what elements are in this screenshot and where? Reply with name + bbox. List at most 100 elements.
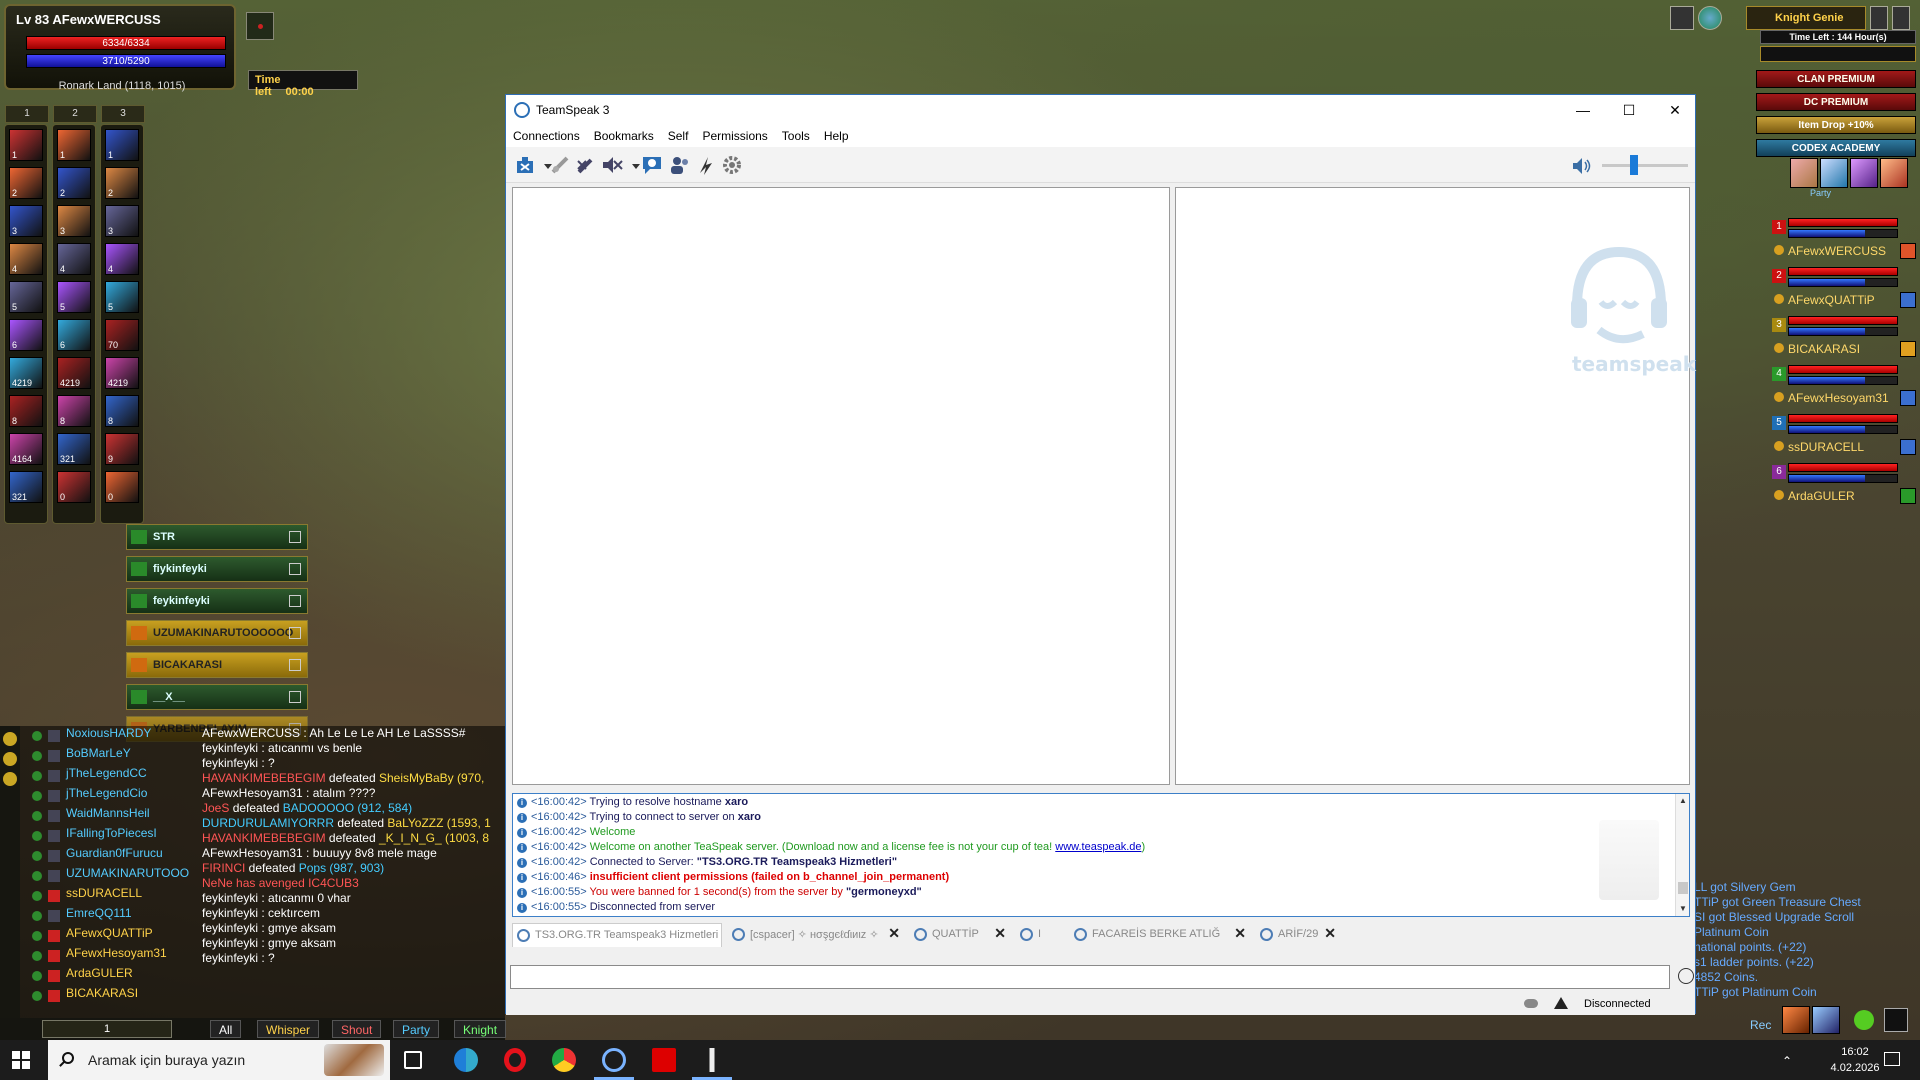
scroll-up-icon[interactable]: ▲ xyxy=(1679,796,1687,805)
skill-slot[interactable]: 1 xyxy=(105,129,139,161)
promo-banner[interactable]: DC PREMIUM xyxy=(1756,93,1916,111)
close-tab-icon[interactable]: ✕ xyxy=(1324,925,1336,942)
speakers-dropdown-icon[interactable] xyxy=(624,153,640,177)
party-member[interactable]: 6 ArdaGULER xyxy=(1768,459,1920,508)
menu-connections[interactable]: Connections xyxy=(506,125,587,143)
maximize-button[interactable]: ☐ xyxy=(1606,95,1652,125)
warning-icon[interactable] xyxy=(1554,997,1568,1009)
server-tab[interactable]: I xyxy=(1016,923,1064,947)
stop-icon[interactable] xyxy=(1884,1008,1908,1032)
online-player[interactable]: ArdaGULER xyxy=(24,966,194,986)
server-tab[interactable]: FACAREİS BERKE ATLIĞ ✕ xyxy=(1070,923,1246,947)
skill-slot[interactable]: 4164 xyxy=(9,433,43,465)
chat-input[interactable] xyxy=(510,965,1670,989)
online-player[interactable]: IFallingToPiecesI xyxy=(24,826,194,846)
promo-banner[interactable]: CODEX ACADEMY xyxy=(1756,139,1916,157)
skill-slot[interactable]: 4 xyxy=(57,243,91,275)
genie-stop-icon[interactable] xyxy=(1892,6,1910,30)
log-text[interactable]: www.teaspeak.de xyxy=(1055,841,1141,853)
acrobat-icon[interactable] xyxy=(652,1048,676,1072)
skill-icon[interactable] xyxy=(1812,1006,1840,1034)
skill-slot[interactable]: 6 xyxy=(57,319,91,351)
chat-tab-shout[interactable]: Shout xyxy=(332,1020,382,1038)
online-player[interactable]: UZUMAKINARUTOOO xyxy=(24,866,194,886)
skill-slot[interactable]: 8 xyxy=(57,395,91,427)
server-tab[interactable]: [cspacer] ✧ нσşgєℓɗιиιz ✧ ✕ xyxy=(728,923,900,947)
chat-tab-knight[interactable]: Knight xyxy=(454,1020,507,1038)
volume-slider[interactable] xyxy=(1602,164,1688,167)
connect-dropdown-icon[interactable] xyxy=(536,153,552,177)
party-member[interactable]: 5 ssDURACELL xyxy=(1768,410,1920,459)
online-player[interactable]: Guardian0fFurucu xyxy=(24,846,194,866)
close-tab-icon[interactable]: ✕ xyxy=(1234,925,1246,942)
server-tab[interactable]: QUATTİP ✕ xyxy=(910,923,1006,947)
chrome-icon[interactable] xyxy=(552,1048,576,1072)
online-player[interactable]: WaidMannsHeil xyxy=(24,806,194,826)
opera-icon[interactable] xyxy=(504,1048,526,1072)
channel-tree[interactable] xyxy=(512,187,1170,785)
mute-speakers-icon[interactable] xyxy=(600,153,624,177)
emoji-icon[interactable] xyxy=(1678,968,1694,984)
clan-member-toggle[interactable] xyxy=(289,531,301,543)
online-player[interactable]: AFewxHesoyam31 xyxy=(24,946,194,966)
inventory-icon[interactable] xyxy=(1670,6,1694,30)
scroll-down-icon[interactable]: ▼ xyxy=(1679,904,1687,913)
chat-tab-whisper[interactable]: Whisper xyxy=(257,1020,320,1038)
skill-slot[interactable]: 0 xyxy=(57,471,91,503)
skill-slot[interactable]: 4219 xyxy=(105,357,139,389)
skill-slot[interactable]: 2 xyxy=(9,167,43,199)
scroll-thumb[interactable] xyxy=(1678,882,1688,894)
minimize-button[interactable]: — xyxy=(1560,95,1606,125)
skill-slot[interactable]: 321 xyxy=(57,433,91,465)
menu-bookmarks[interactable]: Bookmarks xyxy=(587,125,661,143)
genie-play-icon[interactable] xyxy=(1870,6,1888,30)
notification-icon[interactable] xyxy=(1884,1052,1900,1066)
skill-slot[interactable]: 321 xyxy=(9,471,43,503)
volume-slider-handle[interactable] xyxy=(1630,155,1638,175)
chat-tab-all[interactable]: All xyxy=(210,1020,242,1038)
away-icon[interactable] xyxy=(640,153,664,177)
online-player[interactable]: NoxiousHARDY xyxy=(24,726,194,746)
volume-icon[interactable] xyxy=(1572,157,1592,175)
clan-member[interactable]: STR xyxy=(126,524,308,550)
close-tab-icon[interactable]: ✕ xyxy=(888,925,900,942)
teamspeak-icon[interactable] xyxy=(602,1048,626,1072)
skill-slot[interactable]: 3 xyxy=(9,205,43,237)
menu-self[interactable]: Self xyxy=(661,125,696,143)
clan-member[interactable]: fiykinfeyki xyxy=(126,556,308,582)
party-member[interactable]: 1 AFewxWERCUSS xyxy=(1768,214,1920,263)
knight-genie-button[interactable]: Knight Genie xyxy=(1746,6,1866,30)
skill-slot[interactable]: 4219 xyxy=(57,357,91,389)
clan-member[interactable]: UZUMAKINARUTOOOOOO xyxy=(126,620,308,646)
world-map-icon[interactable] xyxy=(1698,6,1722,30)
record-label[interactable]: Rec xyxy=(1750,1018,1771,1032)
online-player[interactable]: jTheLegendCio xyxy=(24,786,194,806)
settings-icon[interactable] xyxy=(720,153,744,177)
chat-filter-icon[interactable] xyxy=(3,752,17,766)
clan-member-toggle[interactable] xyxy=(289,691,301,703)
clan-member[interactable]: feykinfeyki xyxy=(126,588,308,614)
skill-slot[interactable]: 1 xyxy=(9,129,43,161)
server-tab[interactable]: TS3.ORG.TR Teamspeak3 Hizmetleri xyxy=(512,923,722,947)
skill-slot[interactable]: 70 xyxy=(105,319,139,351)
chat-toggle-icon[interactable] xyxy=(3,732,17,746)
party-member[interactable]: 4 AFewxHesoyam31 xyxy=(1768,361,1920,410)
skill-icon[interactable] xyxy=(1782,1006,1810,1034)
log-scrollbar[interactable]: ▲ ▼ xyxy=(1675,794,1689,916)
online-player[interactable]: AFewxQUATTiP xyxy=(24,926,194,946)
mute-microphone-icon[interactable] xyxy=(574,153,598,177)
clan-member-toggle[interactable] xyxy=(289,627,301,639)
skill-slot[interactable]: 2 xyxy=(105,167,139,199)
online-player[interactable]: EmreQQ111 xyxy=(24,906,194,926)
server-tab[interactable]: ARİF/29 ✕ xyxy=(1256,923,1336,947)
search-highlight-image[interactable] xyxy=(324,1044,384,1076)
close-button[interactable]: ✕ xyxy=(1652,95,1698,125)
task-view-icon[interactable] xyxy=(404,1051,422,1069)
skill-slot[interactable]: 9 xyxy=(105,433,139,465)
disconnect-icon[interactable] xyxy=(548,153,572,177)
promo-banner[interactable]: CLAN PREMIUM xyxy=(1756,70,1916,88)
close-tab-icon[interactable]: ✕ xyxy=(994,925,1006,942)
skill-slot[interactable]: 6 xyxy=(9,319,43,351)
party-member[interactable]: 2 AFewxQUATTiP xyxy=(1768,263,1920,312)
chat-page-number[interactable]: 1 xyxy=(42,1020,172,1038)
